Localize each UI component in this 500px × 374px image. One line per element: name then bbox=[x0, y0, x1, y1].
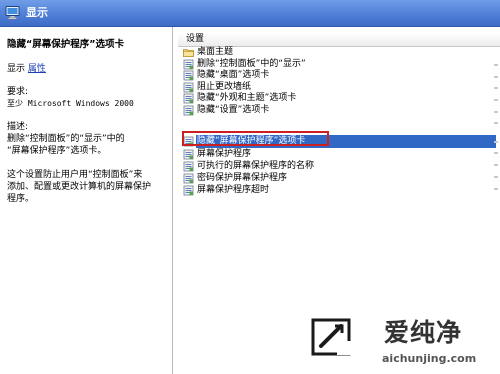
list-item-desktop-themes[interactable]: 桌面主题 bbox=[183, 47, 495, 58]
list-item-label: 密码保护屏幕保护程序 bbox=[197, 173, 288, 183]
category-title: 显示 bbox=[26, 6, 48, 19]
column-state-mark bbox=[494, 87, 498, 89]
policy-setting-icon bbox=[183, 149, 194, 160]
policy-setting-icon bbox=[183, 173, 194, 184]
list-item-hide-appearance-tab[interactable]: 隐藏“外观和主题”选项卡 bbox=[183, 93, 495, 104]
column-state-mark bbox=[494, 176, 498, 178]
list-item-password-protect[interactable]: 密码保护屏幕保护程序 bbox=[183, 173, 495, 184]
column-state-mark bbox=[494, 152, 498, 154]
watermark-name: 爱纯净 bbox=[384, 318, 463, 347]
folder-icon bbox=[183, 49, 194, 57]
column-state-mark bbox=[494, 64, 498, 66]
list-item-label: 隐藏“外观和主题”选项卡 bbox=[197, 93, 297, 103]
column-state-mark bbox=[494, 99, 498, 101]
list-item-remove-display[interactable]: 删除“控制面板”中的“显示” bbox=[183, 59, 495, 70]
policy-setting-icon bbox=[183, 70, 194, 81]
policy-setting-icon bbox=[183, 105, 194, 115]
setting-title: 隐藏“屏幕保护程序”选项卡 bbox=[7, 39, 124, 50]
display-icon bbox=[5, 6, 20, 20]
column-state-mark bbox=[494, 122, 498, 124]
column-header-setting[interactable]: 设置 bbox=[178, 33, 500, 47]
policy-setting-icon bbox=[183, 59, 194, 69]
detail-text-line1: 这个设置防止用户用“控制面板”来 bbox=[7, 170, 143, 180]
column-state-mark bbox=[494, 141, 498, 143]
category-header: 显示 bbox=[0, 0, 500, 27]
list-item-hide-desktop-tab[interactable]: 隐藏“桌面”选项卡 bbox=[183, 70, 495, 81]
policy-setting-icon bbox=[183, 93, 194, 104]
watermark-url: aichunjing.com bbox=[382, 352, 477, 365]
annotation-highlight-box bbox=[182, 131, 329, 146]
requirements-value: 至少 Microsoft Windows 2000 bbox=[7, 99, 134, 108]
column-state-mark bbox=[494, 188, 498, 190]
list-item-prevent-wallpaper[interactable]: 阻止更改墙纸 bbox=[183, 82, 495, 93]
detail-text-line3: 程序。 bbox=[7, 194, 35, 204]
description-label: 描述: bbox=[7, 122, 29, 132]
list-item-screensaver-name[interactable]: 可执行的屏幕保护程序的名称 bbox=[183, 161, 495, 172]
column-header-label: 设置 bbox=[186, 34, 205, 44]
column-state-mark bbox=[494, 76, 498, 78]
list-item-label: 隐藏“桌面”选项卡 bbox=[197, 70, 270, 80]
aichunjing-logo-icon bbox=[311, 318, 351, 356]
description-text-line2: “屏幕保护程序”选项卡。 bbox=[7, 146, 107, 156]
list-item-screensaver-timeout[interactable]: 屏幕保护程序超时 bbox=[183, 185, 495, 196]
requirements-label: 要求: bbox=[7, 87, 29, 97]
policy-setting-icon bbox=[183, 185, 194, 196]
list-item-label: 屏幕保护程序超时 bbox=[197, 185, 270, 195]
list-item-label: 隐藏“设置”选项卡 bbox=[197, 104, 270, 115]
column-state-mark bbox=[494, 164, 498, 166]
list-item-label: 删除“控制面板”中的“显示” bbox=[197, 58, 306, 69]
list-item-screensaver[interactable]: 屏幕保护程序 bbox=[183, 149, 495, 160]
list-item-label: 阻止更改墙纸 bbox=[197, 81, 252, 92]
description-text-line1: 删除“控制面板”的“显示”中的 bbox=[7, 134, 125, 144]
description-pane: 隐藏“屏幕保护程序”选项卡 显示 属性 要求: 至少 Microsoft Win… bbox=[0, 27, 173, 374]
list-item-label: 桌面主题 bbox=[197, 47, 234, 57]
list-item-label: 可执行的屏幕保护程序的名称 bbox=[197, 161, 315, 171]
policy-setting-icon bbox=[183, 161, 194, 172]
detail-text-line2: 添加、配置或更改计算机的屏幕保护 bbox=[7, 182, 152, 192]
list-item-label: 屏幕保护程序 bbox=[197, 149, 252, 159]
list-item-hide-settings-tab[interactable]: 隐藏“设置”选项卡 bbox=[183, 105, 495, 116]
properties-link[interactable]: 属性 bbox=[28, 64, 46, 74]
policy-setting-icon bbox=[183, 82, 194, 92]
display-label: 显示 属性 bbox=[7, 63, 46, 75]
display-label-text: 显示 bbox=[7, 64, 26, 74]
group-policy-window: 显示 隐藏“屏幕保护程序”选项卡 显示 属性 要求: 至少 Microsoft … bbox=[0, 0, 500, 374]
column-state-mark bbox=[494, 111, 498, 113]
